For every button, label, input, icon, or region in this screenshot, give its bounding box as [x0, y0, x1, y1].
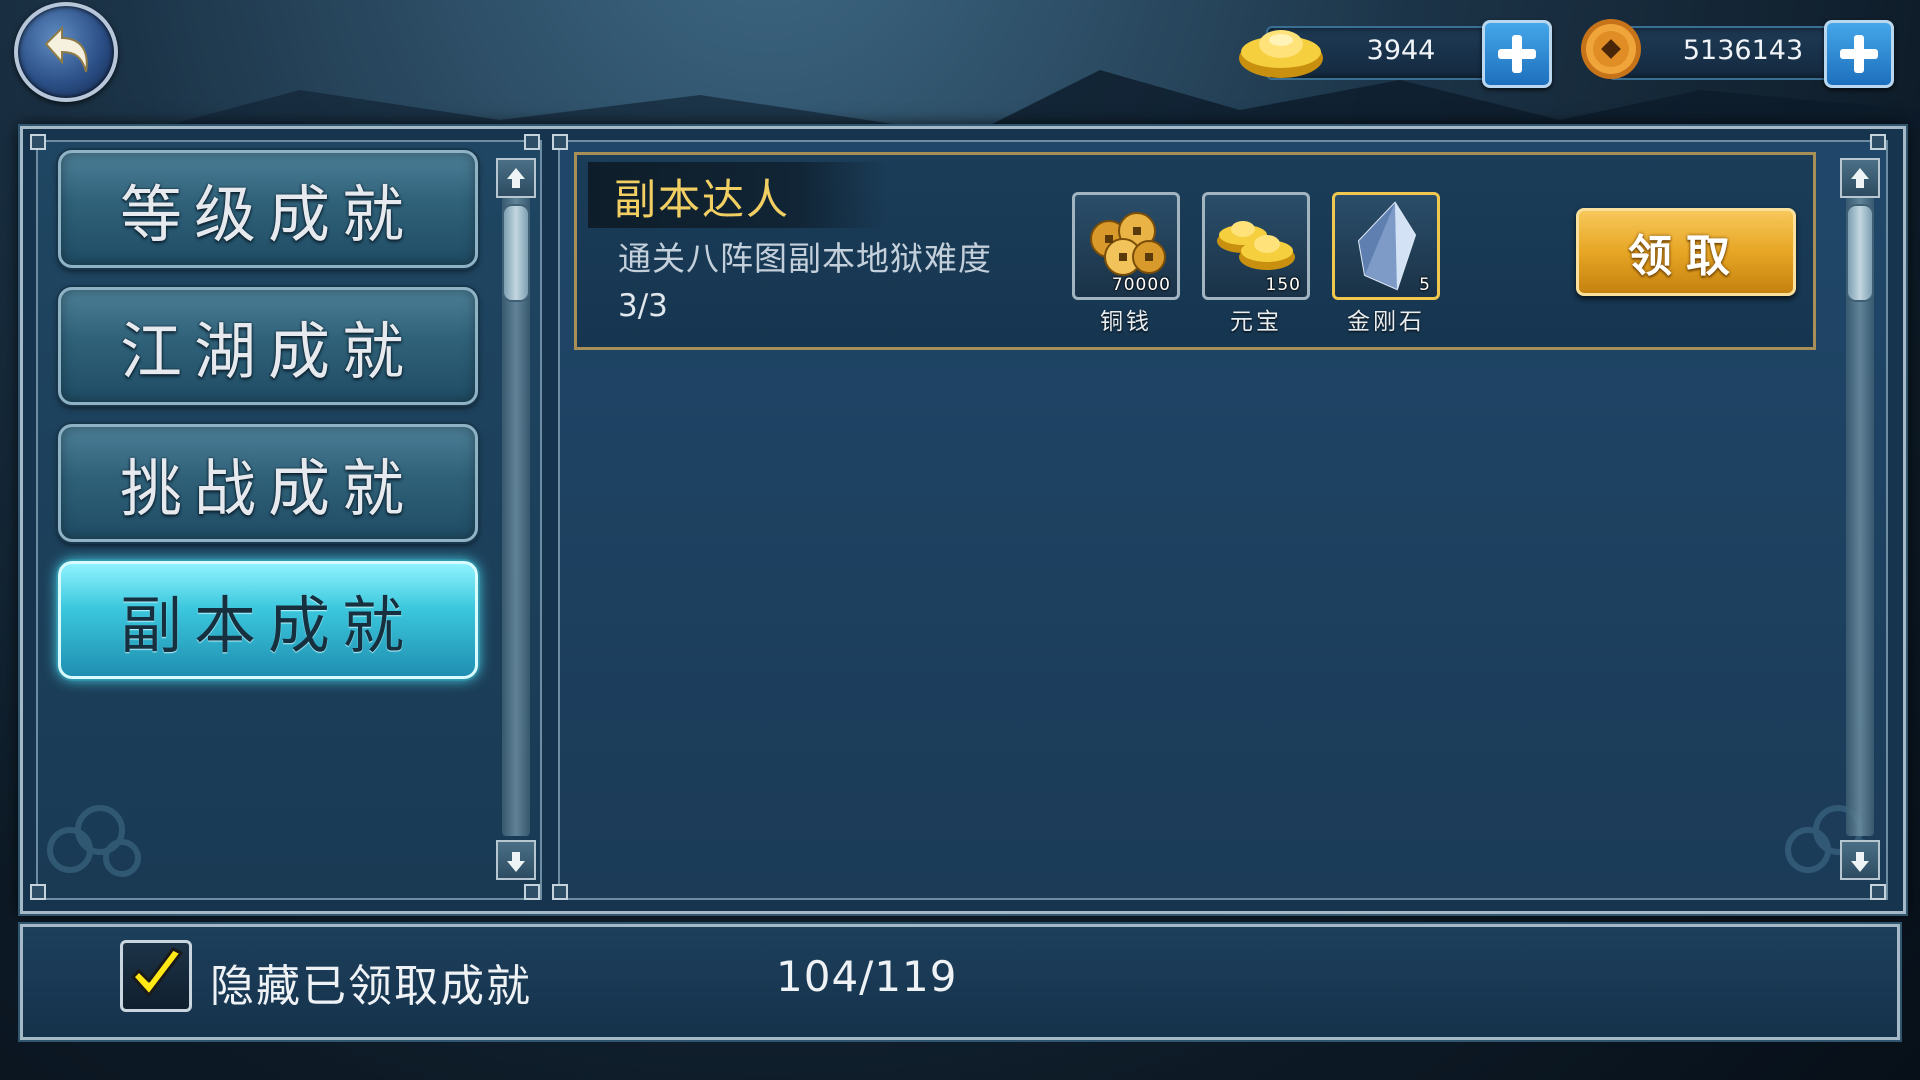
category-challenge-achievement[interactable]: 挑战成就	[58, 424, 478, 542]
reward-label: 金刚石	[1347, 309, 1425, 335]
arrow-up-icon	[507, 168, 525, 179]
hide-claimed-checkbox[interactable]	[120, 940, 192, 1012]
category-jianghu-achievement[interactable]: 江湖成就	[58, 287, 478, 405]
frame-corner-ornament	[552, 884, 568, 900]
achievement-scroll-up-button[interactable]	[1840, 158, 1880, 198]
achievement-scroll-thumb[interactable]	[1846, 204, 1874, 302]
add-ingot-button[interactable]	[1482, 20, 1552, 88]
reward-item-diamond[interactable]: 5	[1332, 192, 1440, 300]
arrow-down-icon	[1851, 861, 1869, 872]
arrow-up-icon	[1851, 168, 1869, 179]
reward-label: 元宝	[1230, 309, 1282, 335]
copper-coin-icon	[1581, 19, 1641, 79]
frame-corner-ornament	[524, 134, 540, 150]
category-scroll-down-button[interactable]	[496, 840, 536, 880]
back-button[interactable]	[14, 2, 118, 102]
arrow-down-icon	[507, 861, 525, 872]
claim-reward-button[interactable]: 领取	[1576, 208, 1796, 296]
add-coin-button[interactable]	[1824, 20, 1894, 88]
achievement-progress: 3/3	[618, 288, 668, 324]
category-dungeon-achievement[interactable]: 副本成就	[58, 561, 478, 679]
frame-corner-ornament	[1870, 884, 1886, 900]
hide-claimed-label[interactable]: 隐藏已领取成就	[210, 950, 532, 1014]
frame-corner-ornament	[1870, 134, 1886, 150]
category-scroll-thumb[interactable]	[502, 204, 530, 302]
achievement-description: 通关八阵图副本地狱难度	[618, 239, 992, 278]
gold-ingot-icon	[1239, 30, 1323, 78]
ingot-amount: 3944	[1366, 35, 1436, 66]
achievement-count: 104/119	[776, 952, 958, 1001]
reward-quantity: 5	[1419, 275, 1431, 295]
return-arrow-icon	[44, 25, 88, 73]
category-scroll-up-button[interactable]	[496, 158, 536, 198]
reward-quantity: 150	[1265, 275, 1301, 295]
coin-currency: 5136143	[1578, 19, 1894, 88]
coin-amount: 5136143	[1682, 35, 1804, 66]
frame-corner-ornament	[552, 134, 568, 150]
frame-corner-ornament	[524, 884, 540, 900]
frame-corner-ornament	[30, 134, 46, 150]
frame-corner-ornament	[30, 884, 46, 900]
category-level-achievement[interactable]: 等级成就	[58, 150, 478, 268]
reward-quantity: 70000	[1111, 275, 1171, 295]
reward-item-ingot[interactable]: 150	[1202, 192, 1310, 300]
ingot-currency: 3944	[1236, 20, 1552, 88]
achievement-title: 副本达人	[614, 175, 791, 224]
reward-label: 铜钱	[1100, 309, 1152, 335]
checkmark-icon	[131, 947, 183, 997]
achievement-scroll-down-button[interactable]	[1840, 840, 1880, 880]
reward-item-copper[interactable]: 70000	[1072, 192, 1180, 300]
